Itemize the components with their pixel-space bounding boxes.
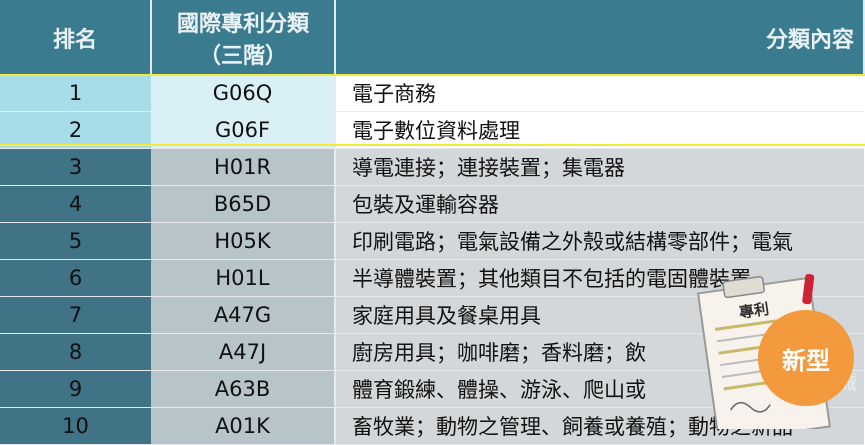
code-cell: H05K	[151, 222, 336, 260]
rank-cell: 8	[0, 333, 151, 371]
header-classification-line1: 國際專利分類	[176, 11, 309, 37]
code-cell: A47G	[151, 296, 336, 334]
desc-cell: 包裝及運輸容器	[335, 185, 864, 223]
rank-cell: 7	[0, 296, 151, 334]
desc-cell: 導電連接；連接裝置；集電器	[335, 148, 864, 186]
new-model-badge: 新型	[758, 310, 854, 406]
code-cell: A01K	[151, 407, 336, 445]
code-cell: G06Q	[151, 75, 336, 112]
rank-cell: 4	[0, 185, 151, 223]
code-cell: A63B	[151, 370, 336, 408]
rank-cell: 5	[0, 222, 151, 260]
code-cell: G06F	[151, 111, 336, 149]
code-cell: H01L	[151, 259, 336, 297]
desc-cell: 印刷電路；電氣設備之外殼或結構零部件；電氣	[335, 222, 864, 260]
table-row: 3 H01R 導電連接；連接裝置；集電器	[0, 148, 864, 186]
table-row: 5 H05K 印刷電路；電氣設備之外殼或結構零部件；電氣	[0, 222, 864, 260]
code-cell: A47J	[151, 333, 336, 371]
rank-cell: 3	[0, 148, 151, 186]
code-cell: H01R	[151, 148, 336, 186]
rank-cell: 10	[0, 407, 151, 445]
header-content: 分類內容	[335, 0, 865, 75]
header-content-label: 分類內容	[766, 27, 855, 53]
table-row: 1 G06Q 電子商務	[0, 75, 864, 112]
rank-cell: 2	[0, 111, 151, 149]
rank-cell: 6	[0, 259, 151, 297]
desc-cell: 電子數位資料處理	[335, 111, 864, 149]
code-cell: B65D	[151, 185, 336, 223]
desc-cell: 電子商務	[335, 75, 864, 112]
table-row: 2 G06F 電子數位資料處理	[0, 111, 864, 149]
table-row: 4 B65D 包裝及運輸容器	[0, 185, 864, 223]
rank-cell: 9	[0, 370, 151, 408]
header-rank: 排名	[0, 0, 152, 75]
header-classification-line2: （三階）	[198, 43, 287, 69]
rank-cell: 1	[0, 75, 151, 112]
table-header-row: 排名 國際專利分類 （三階） 分類內容	[0, 0, 865, 75]
header-classification: 國際專利分類 （三階）	[151, 0, 336, 75]
badge-label: 新型	[782, 346, 830, 375]
